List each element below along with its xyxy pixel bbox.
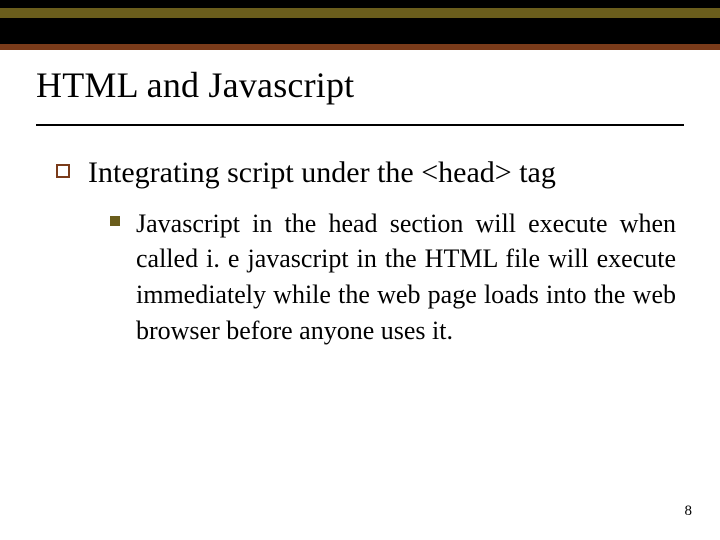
level2-text: Javascript in the head section will exec…	[136, 206, 676, 350]
square-open-bullet-icon	[56, 164, 70, 178]
level1-text: Integrating script under the <head> tag	[88, 154, 556, 192]
bar-segment	[0, 8, 720, 18]
slide-title: HTML and Javascript	[36, 64, 684, 106]
square-filled-bullet-icon	[110, 216, 120, 226]
bar-segment	[0, 18, 720, 44]
list-item: Integrating script under the <head> tag	[56, 154, 676, 192]
page-number: 8	[685, 503, 693, 520]
title-area: HTML and Javascript	[0, 50, 720, 114]
slide: HTML and Javascript Integrating script u…	[0, 0, 720, 540]
list-item: Javascript in the head section will exec…	[110, 206, 676, 350]
bar-segment	[0, 0, 720, 8]
top-decorative-bar	[0, 0, 720, 50]
content-area: Integrating script under the <head> tag …	[0, 126, 720, 349]
